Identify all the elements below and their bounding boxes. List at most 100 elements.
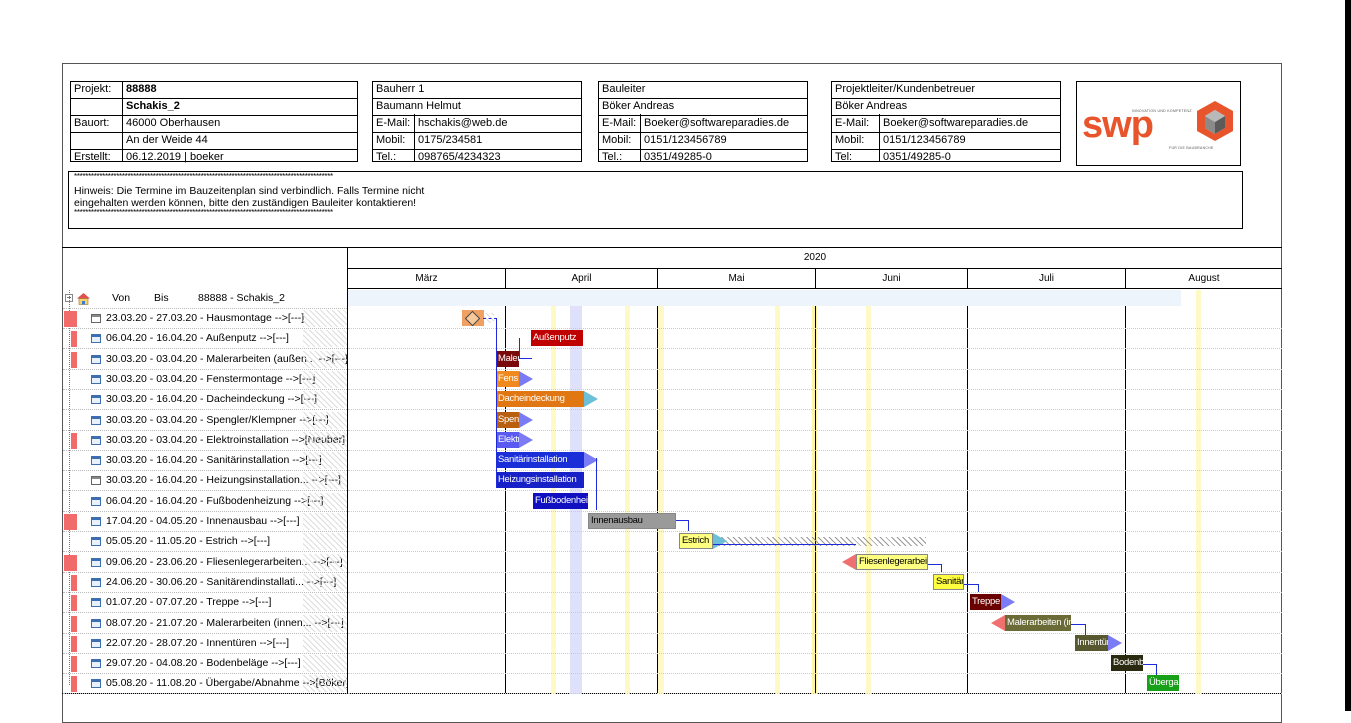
row-hatch	[303, 310, 347, 327]
projektleiter-box: Projektleiter/Kundenbetreuer Böker Andre…	[831, 81, 1061, 163]
task-icon	[91, 355, 101, 364]
task-bar[interactable]: Speng	[496, 412, 519, 428]
priority-marker	[71, 575, 77, 591]
task-row[interactable]: 23.03.20 - 27.03.20 - Hausmontage -->[--…	[63, 309, 347, 329]
task-row[interactable]: 30.03.20 - 03.04.20 - Malerarbeiten (auß…	[63, 350, 347, 370]
task-row[interactable]: 05.08.20 - 11.08.20 - Übergabe/Abnahme -…	[63, 674, 347, 694]
task-bar[interactable]: Fens	[496, 371, 519, 387]
row-divider	[348, 572, 1282, 573]
task-label: 30.03.20 - 03.04.20 - Spengler/Klempner …	[106, 414, 329, 426]
task-label: 17.04.20 - 04.05.20 - Innenausbau -->[--…	[106, 515, 300, 527]
task-bar[interactable]: Innentüren	[1075, 635, 1108, 651]
task-bar[interactable]: Bodenbeläge	[1111, 655, 1143, 671]
task-label: 29.07.20 - 04.08.20 - Bodenbeläge -->[--…	[106, 657, 301, 669]
task-bar[interactable]: Malerarbeiten (innen)	[1005, 615, 1071, 631]
row-hatch	[303, 655, 347, 672]
task-bar[interactable]: Fußbodenheiz	[533, 493, 588, 509]
header-project: 88888 - Schakis_2	[198, 292, 285, 304]
row-divider	[348, 592, 1282, 593]
header-bis: Bis	[154, 292, 169, 304]
dependency-connector	[496, 318, 497, 488]
bauherr-email: hschakis@web.de	[418, 117, 508, 129]
task-bar[interactable]: Heizungsinstallation	[496, 472, 584, 488]
notice-line-2: eingehalten werden können, bitte den zus…	[74, 197, 417, 209]
project-street: An der Weide 44	[126, 134, 208, 146]
dependency-connector	[676, 520, 689, 531]
task-bar[interactable]: Sanitärendinstallation	[933, 574, 964, 590]
row-hatch	[303, 594, 347, 611]
bauherr-title: Bauherr 1	[376, 83, 425, 95]
task-bar[interactable]: Übergabe	[1147, 675, 1179, 691]
row-divider	[348, 612, 1282, 613]
month-juni: Juni	[816, 269, 968, 289]
task-bar[interactable]: Dacheindeckung	[496, 391, 584, 407]
row-hatch	[303, 371, 347, 388]
projektleiter-email: Boeker@softwareparadies.de	[883, 117, 1029, 129]
projektleiter-tel: 0351/49285-0	[883, 151, 951, 163]
task-row[interactable]: 05.05.20 - 11.05.20 - Estrich -->[---]	[63, 532, 347, 552]
task-bar[interactable]: Maler	[496, 351, 519, 367]
task-bar[interactable]: Fliesenlegerarbeiten	[856, 554, 928, 570]
row-divider	[348, 511, 1282, 512]
priority-marker	[71, 676, 77, 692]
row-hatch	[303, 554, 347, 571]
task-row[interactable]: 30.03.20 - 03.04.20 - Spengler/Klempner …	[63, 411, 347, 431]
notice-stars-bottom: ****************************************…	[74, 209, 333, 217]
row-divider	[348, 470, 1282, 471]
task-row[interactable]: 30.03.20 - 16.04.20 - Dacheindeckung -->…	[63, 390, 347, 410]
label-projekt: Projekt:	[74, 83, 112, 95]
document-icon	[91, 314, 101, 323]
task-row[interactable]: 01.07.20 - 07.07.20 - Treppe -->[---]	[63, 593, 347, 613]
task-row[interactable]: 09.06.20 - 23.06.20 - Fliesenlegerarbeit…	[63, 553, 347, 573]
task-bar[interactable]	[462, 310, 484, 327]
task-row[interactable]: 24.06.20 - 30.06.20 - Sanitärendinstalla…	[63, 573, 347, 593]
priority-marker	[71, 636, 77, 652]
task-icon	[91, 537, 101, 546]
projektleiter-mobil: 0151/123456789	[883, 134, 966, 146]
task-bar[interactable]: Treppe	[970, 594, 1001, 610]
task-icon	[91, 659, 101, 668]
task-row[interactable]: 30.03.20 - 16.04.20 - Heizungsinstallati…	[63, 471, 347, 491]
task-row[interactable]: 22.07.20 - 28.07.20 - Innentüren -->[---…	[63, 634, 347, 654]
task-row[interactable]: 06.04.20 - 16.04.20 - Außenputz -->[---]	[63, 329, 347, 349]
row-hatch	[303, 330, 347, 347]
project-name: Schakis_2	[126, 100, 180, 112]
label-erstellt: Erstellt:	[74, 151, 111, 163]
task-row[interactable]: 08.07.20 - 21.07.20 - Malerarbeiten (inn…	[63, 614, 347, 634]
task-icon	[91, 578, 101, 587]
task-icon	[91, 517, 101, 526]
priority-marker	[71, 595, 77, 611]
task-delay-marker	[842, 554, 856, 570]
task-bar[interactable]: Außenputz	[531, 330, 583, 346]
logo-tagline-bottom: FÜR DIE BAUBRANCHE	[1169, 146, 1214, 150]
dependency-connector	[519, 338, 532, 359]
priority-marker	[64, 555, 77, 571]
task-buffer-marker	[519, 412, 533, 428]
task-label: 05.05.20 - 11.05.20 - Estrich -->[---]	[106, 535, 271, 547]
task-bar[interactable]: Elektr	[496, 432, 519, 448]
notice-stars-top: ****************************************…	[74, 173, 333, 181]
gantt-header-row: − Von Bis 88888 - Schakis_2	[63, 289, 347, 309]
task-label: 23.03.20 - 27.03.20 - Hausmontage -->[--…	[106, 312, 305, 324]
task-row[interactable]: 29.07.20 - 04.08.20 - Bodenbeläge -->[--…	[63, 654, 347, 674]
task-icon	[91, 375, 101, 384]
task-buffer-marker	[519, 432, 533, 448]
task-icon	[91, 416, 101, 425]
row-divider	[348, 450, 1282, 451]
bauherr-box: Bauherr 1 Baumann Helmut E-Mail: hschakis…	[372, 81, 582, 163]
task-icon	[91, 497, 101, 506]
task-buffer-marker	[1108, 635, 1122, 651]
task-row[interactable]: 30.03.20 - 03.04.20 - Fenstermontage -->…	[63, 370, 347, 390]
task-bar[interactable]: Innenausbau	[588, 513, 676, 529]
row-divider	[348, 673, 1282, 674]
bauherr-tel: 098765/4234323	[418, 151, 501, 163]
task-row[interactable]: 30.03.20 - 16.04.20 - Sanitärinstallatio…	[63, 451, 347, 471]
task-row[interactable]: 30.03.20 - 03.04.20 - Elektroinstallatio…	[63, 431, 347, 451]
label-bauort: Bauort:	[74, 117, 110, 129]
row-divider	[348, 633, 1282, 634]
task-row[interactable]: 17.04.20 - 04.05.20 - Innenausbau -->[--…	[63, 512, 347, 532]
row-hatch	[303, 635, 347, 652]
task-bar[interactable]: Estrich	[679, 533, 713, 549]
task-row[interactable]: 06.04.20 - 16.04.20 - Fußbodenheizung --…	[63, 492, 347, 512]
task-bar[interactable]: Sanitärinstallation	[496, 452, 584, 468]
